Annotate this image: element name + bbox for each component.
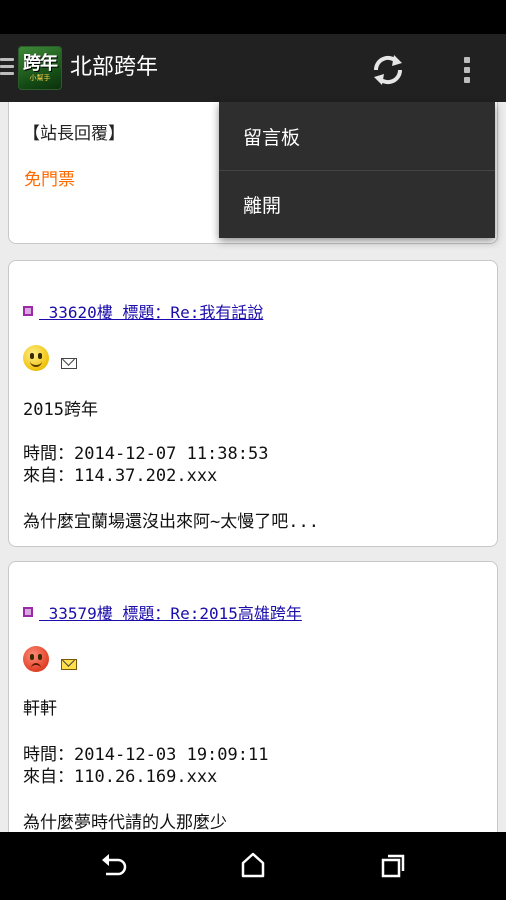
mail-icon[interactable] — [61, 659, 77, 670]
mail-icon[interactable] — [61, 358, 77, 369]
back-button[interactable] — [98, 852, 128, 880]
post-message: 為什麼夢時代請的人那麼少 — [23, 813, 227, 832]
refresh-icon — [373, 55, 403, 85]
post-ip: 來自：110.26.169.xxx — [23, 767, 218, 787]
app-logo[interactable]: 跨年 小幫手 — [18, 46, 62, 90]
post-header-text: 33620樓 標題：Re:我有話說 — [39, 303, 264, 322]
message-card: 33579樓 標題：Re:2015高雄跨年 軒軒 時間：2014-12-03 1… — [8, 561, 498, 832]
overflow-menu-icon[interactable] — [456, 50, 478, 90]
post-time: 時間：2014-12-03 19:09:11 — [23, 745, 269, 765]
free-ticket-text: 免門票 — [24, 170, 75, 190]
smile-icon — [23, 345, 49, 371]
refresh-button[interactable] — [368, 50, 408, 90]
post-title-link[interactable]: 33579樓 標題：Re:2015高雄跨年 — [23, 600, 302, 624]
post-author: 軒軒 — [23, 699, 57, 719]
action-bar: 跨年 小幫手 北部跨年 — [0, 34, 506, 102]
app-title: 北部跨年 — [70, 55, 159, 80]
emoticon-row — [23, 646, 77, 672]
logo-subtext: 小幫手 — [29, 73, 51, 82]
post-header-text: 33579樓 標題：Re:2015高雄跨年 — [39, 604, 302, 623]
overflow-dropdown-menu: 留言板 離開 — [219, 102, 495, 238]
hamburger-icon[interactable] — [0, 58, 14, 78]
post-square-icon — [23, 306, 33, 316]
post-time: 時間：2014-12-07 11:38:53 — [23, 444, 269, 464]
navigation-bar — [0, 832, 506, 900]
angry-icon — [23, 646, 49, 672]
menu-item-message-board[interactable]: 留言板 — [219, 102, 495, 170]
emoticon-row — [23, 345, 77, 371]
post-author: 2015跨年 — [23, 400, 98, 420]
menu-item-exit[interactable]: 離開 — [219, 170, 495, 238]
recents-button[interactable] — [378, 852, 408, 880]
post-ip: 來自：114.37.202.xxx — [23, 466, 218, 486]
message-card: 33620樓 標題：Re:我有話說 2015跨年 時間：2014-12-07 1… — [8, 260, 498, 547]
status-bar — [0, 0, 506, 34]
recents-icon — [381, 854, 405, 878]
post-square-icon — [23, 607, 33, 617]
post-title-link[interactable]: 33620樓 標題：Re:我有話說 — [23, 299, 263, 323]
logo-text: 跨年 — [23, 52, 58, 74]
home-icon — [241, 852, 265, 878]
back-icon — [102, 854, 127, 876]
post-message: 為什麼宜蘭場還沒出來阿~太慢了吧... — [23, 512, 319, 532]
admin-reply-label: 【站長回覆】 — [23, 124, 125, 144]
home-button[interactable] — [238, 850, 268, 880]
